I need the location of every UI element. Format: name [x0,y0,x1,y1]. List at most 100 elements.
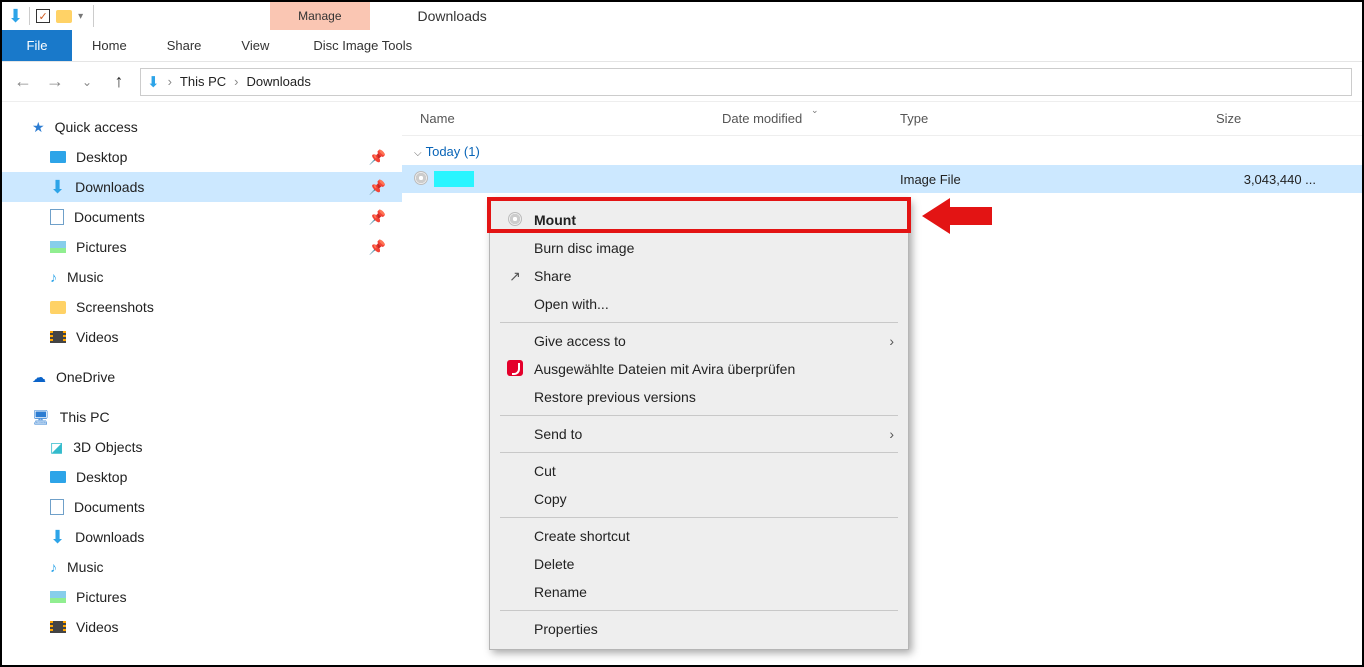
column-type[interactable]: Type [900,111,1216,126]
qat-properties-icon[interactable]: ✓ [36,9,50,23]
menu-delete[interactable]: Delete [490,550,908,578]
crumb-downloads[interactable]: Downloads [247,74,311,89]
view-tab[interactable]: View [221,30,289,61]
sidebar-pictures[interactable]: Pictures 📌 [2,232,402,262]
menu-label: Ausgewählte Dateien mit Avira überprüfen [534,361,894,377]
objects3d-icon: ◪ [50,439,63,456]
address-bar[interactable]: ⬇ › This PC › Downloads [140,68,1352,96]
download-icon: ⬇ [50,177,65,198]
menu-label: Copy [534,491,894,507]
context-menu: Mount Burn disc image ↗ Share Open with..… [489,199,909,650]
menu-restore-versions[interactable]: Restore previous versions [490,383,908,411]
sidebar-screenshots[interactable]: Screenshots [2,292,402,322]
separator [29,7,30,25]
chevron-down-icon: ⌵ [414,148,422,159]
column-size[interactable]: Size [1216,111,1316,126]
pc-icon: 🖥 [32,409,50,426]
music-icon: ♪ [50,559,57,575]
up-button[interactable]: ↑ [108,71,130,92]
menu-cut[interactable]: Cut [490,457,908,485]
crumb-sep: › [230,74,242,89]
pin-icon: 📌 [369,209,386,226]
menu-share[interactable]: ↗ Share [490,262,908,290]
menu-label: Share [534,268,894,284]
disc-icon [504,212,526,229]
sidebar-videos[interactable]: Videos [2,322,402,352]
menu-label: Burn disc image [534,240,894,256]
crumb-thispc[interactable]: This PC [180,74,226,89]
sidebar-item-label: Downloads [75,179,144,195]
disc-image-tools-tab[interactable]: Disc Image Tools [299,30,426,61]
qat-customize-icon[interactable]: ▾ [78,11,83,22]
sort-indicator-icon: ⌄ [811,105,819,116]
pin-icon: 📌 [369,179,386,196]
column-name[interactable]: Name [402,111,722,126]
file-type-cell: Image File [900,172,1216,187]
star-icon: ★ [32,119,45,136]
sidebar-thispc[interactable]: 🖥This PC [2,402,402,432]
menu-label: Create shortcut [534,528,894,544]
sidebar-item-label: Videos [76,329,119,345]
filename-selection [434,171,474,187]
menu-copy[interactable]: Copy [490,485,908,513]
menu-send-to[interactable]: Send to› [490,420,908,448]
desktop-icon [50,151,66,163]
menu-avira-scan[interactable]: Ausgewählte Dateien mit Avira überprüfen [490,355,908,383]
menu-create-shortcut[interactable]: Create shortcut [490,522,908,550]
file-row[interactable]: Image File 3,043,440 ... [402,165,1362,193]
video-icon [50,331,66,343]
group-header-today[interactable]: ⌵ Today (1) [402,136,1362,165]
sidebar-downloads[interactable]: ⬇ Downloads 📌 [2,172,402,202]
sidebar-item-label: Desktop [76,469,127,485]
share-tab[interactable]: Share [147,30,222,61]
menu-open-with[interactable]: Open with... [490,290,908,318]
sidebar-pc-downloads[interactable]: ⬇Downloads [2,522,402,552]
sidebar-item-label: Pictures [76,589,127,605]
menu-separator [500,322,898,323]
file-tab[interactable]: File [2,30,72,61]
sidebar-documents[interactable]: Documents📌 [2,202,402,232]
disc-image-icon [412,171,430,188]
sidebar-item-label: Desktop [76,149,127,165]
pictures-icon [50,591,66,603]
sidebar-item-label: 3D Objects [73,439,142,455]
sidebar-pc-music[interactable]: ♪ Music [2,552,402,582]
pin-icon: 📌 [369,239,386,256]
pin-icon: 📌 [369,149,386,166]
ribbon-tabs: File Home Share View Disc Image Tools [2,30,1362,62]
menu-burn[interactable]: Burn disc image [490,234,908,262]
menu-mount[interactable]: Mount [490,206,908,234]
sidebar-quick-access[interactable]: ★Quick access [2,112,402,142]
sidebar-item-label: Music [67,559,104,575]
sidebar-pc-videos[interactable]: Videos [2,612,402,642]
back-button[interactable]: ← [12,71,34,92]
share-icon: ↗ [504,268,526,285]
sidebar-pc-desktop[interactable]: Desktop [2,462,402,492]
menu-label: Properties [534,621,894,637]
sidebar-3dobjects[interactable]: ◪ 3D Objects [2,432,402,462]
title-bar: ⬇ ✓ ▾ Manage Downloads [2,2,1362,30]
menu-give-access[interactable]: Give access to› [490,327,908,355]
separator [93,5,94,27]
menu-rename[interactable]: Rename [490,578,908,606]
sidebar-desktop[interactable]: Desktop 📌 [2,142,402,172]
sidebar-item-label: Documents [74,499,145,515]
sidebar-item-label: Pictures [76,239,127,255]
sidebar-onedrive[interactable]: ☁OneDrive [2,362,402,392]
sidebar-music[interactable]: ♪Music [2,262,402,292]
qat-newfolder-icon[interactable] [56,10,72,23]
sidebar-item-label: Screenshots [76,299,154,315]
navigation-pane: ★Quick access Desktop📌 ⬇Downloads📌 Docum… [2,102,402,665]
column-date[interactable]: ⌄Date modified [722,111,900,126]
home-tab[interactable]: Home [72,30,147,61]
chevron-right-icon: › [889,333,894,349]
contextual-tab-group: Manage [270,2,369,30]
group-label: Today (1) [426,144,480,159]
sidebar-item-label: OneDrive [56,369,115,385]
sidebar-pc-documents[interactable]: Documents [2,492,402,522]
sidebar-pc-pictures[interactable]: Pictures [2,582,402,612]
recent-dropdown[interactable]: ⌄ [76,75,98,89]
menu-properties[interactable]: Properties [490,615,908,643]
forward-button[interactable]: → [44,71,66,92]
document-icon [50,499,64,515]
